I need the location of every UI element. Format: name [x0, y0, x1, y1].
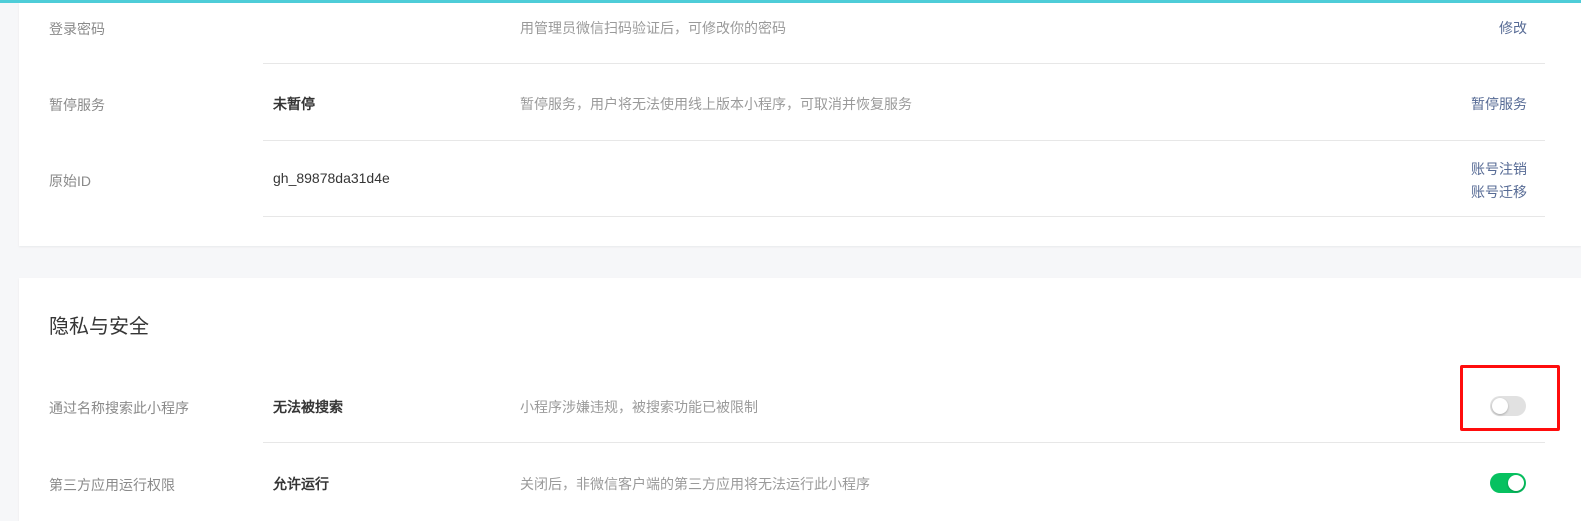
row-description: 关闭后，非微信客户端的第三方应用将无法运行此小程序: [520, 476, 870, 492]
original-id-value: gh_89878da31d4e: [273, 170, 390, 186]
row-description: 暂停服务，用户将无法使用线上版本小程序，可取消并恢复服务: [520, 96, 912, 112]
row-description: 用管理员微信扫码验证后，可修改你的密码: [520, 20, 786, 36]
row-description: 小程序涉嫌违规，被搜索功能已被限制: [520, 399, 758, 415]
settings-row-original-id: 原始ID gh_89878da31d4e 账号注销 账号迁移: [19, 141, 1581, 217]
privacy-security-card: 隐私与安全 通过名称搜索此小程序 无法被搜索 小程序涉嫌违规，被搜索功能已被限制…: [19, 278, 1581, 521]
row-divider: [263, 216, 1545, 217]
row-label: 原始ID: [49, 173, 91, 189]
row-label: 登录密码: [49, 21, 105, 37]
row-value: 允许运行: [273, 476, 329, 492]
account-settings-card: 登录密码 用管理员微信扫码验证后，可修改你的密码 修改 暂停服务 未暂停 暂停服…: [19, 3, 1581, 246]
account-cancel-link[interactable]: 账号注销: [1471, 159, 1527, 179]
settings-row-third-party-permission: 第三方应用运行权限 允许运行 关闭后，非微信客户端的第三方应用将无法运行此小程序: [19, 443, 1581, 521]
row-label: 第三方应用运行权限: [49, 477, 175, 493]
settings-row-pause-service: 暂停服务 未暂停 暂停服务，用户将无法使用线上版本小程序，可取消并恢复服务 暂停…: [19, 64, 1581, 141]
row-value: 未暂停: [273, 96, 315, 112]
modify-password-link[interactable]: 修改: [1499, 18, 1527, 38]
highlight-annotation-box: [1460, 365, 1560, 431]
section-title: 隐私与安全: [49, 316, 149, 338]
row-label: 通过名称搜索此小程序: [49, 400, 189, 416]
account-migrate-link[interactable]: 账号迁移: [1471, 182, 1527, 202]
settings-row-login-password: 登录密码 用管理员微信扫码验证后，可修改你的密码 修改: [19, 3, 1581, 65]
row-value: 无法被搜索: [273, 399, 343, 415]
settings-row-search-by-name: 通过名称搜索此小程序 无法被搜索 小程序涉嫌违规，被搜索功能已被限制: [19, 374, 1581, 442]
pause-service-link[interactable]: 暂停服务: [1471, 94, 1527, 114]
toggle-knob: [1508, 475, 1524, 491]
third-party-run-toggle[interactable]: [1490, 473, 1526, 493]
row-label: 暂停服务: [49, 97, 105, 113]
